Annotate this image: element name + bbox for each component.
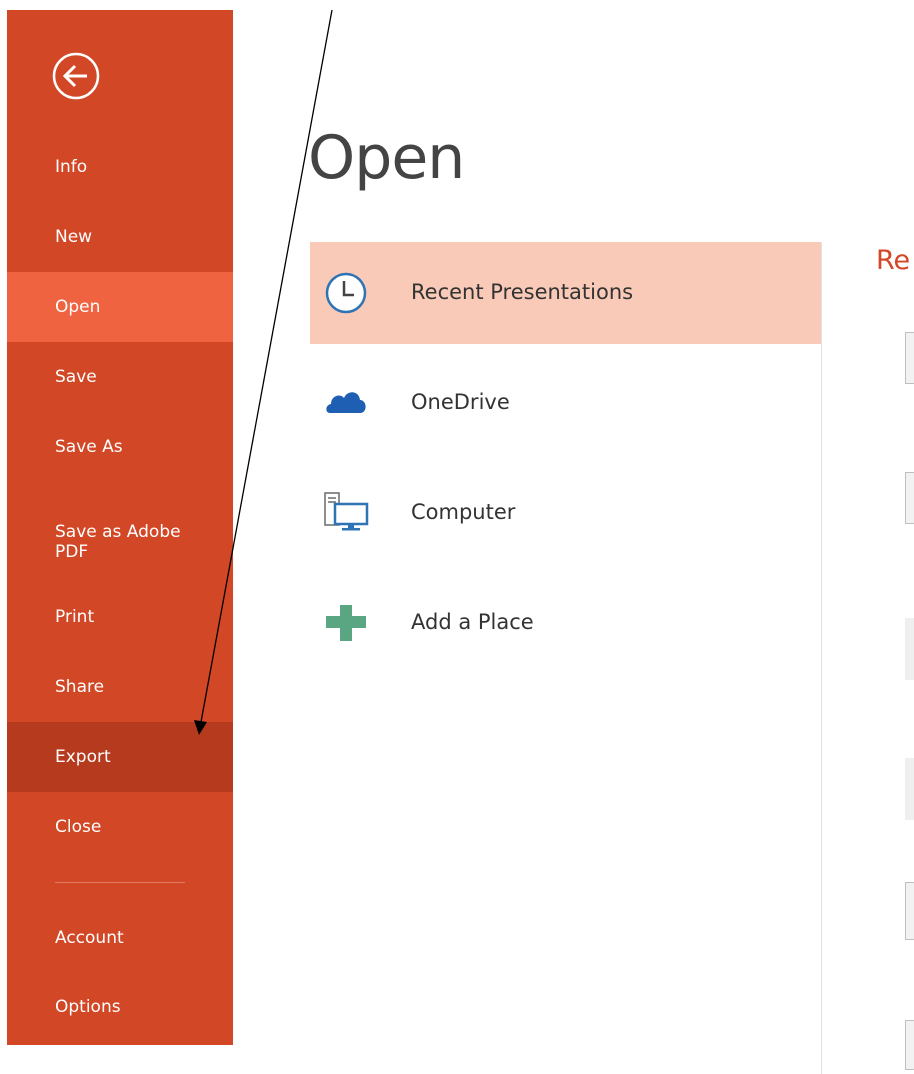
- place-recent-presentations[interactable]: Recent Presentations: [310, 242, 822, 344]
- place-label: Recent Presentations: [411, 280, 634, 304]
- page-title: Open: [308, 123, 465, 193]
- place-label: Add a Place: [411, 610, 534, 634]
- sidebar-item-new[interactable]: New: [7, 202, 233, 272]
- sidebar-item-label: Account: [55, 927, 124, 948]
- sidebar-item-label: Info: [55, 156, 88, 177]
- sidebar-item-label: Save: [55, 366, 97, 387]
- sidebar-item-label: Save as Adobe PDF: [55, 521, 181, 562]
- backstage-sidebar: Info New Open Save Save As Save as Adobe…: [7, 10, 233, 1045]
- place-add-a-place[interactable]: Add a Place: [310, 572, 822, 674]
- sidebar-item-save[interactable]: Save: [7, 342, 233, 412]
- sidebar-item-label: Save As: [55, 436, 123, 457]
- cloud-icon: [326, 392, 366, 413]
- places-list: Recent Presentations OneDrive Computer A…: [310, 242, 822, 1074]
- sidebar-item-open[interactable]: Open: [7, 272, 233, 342]
- sidebar-item-save-as[interactable]: Save As: [7, 412, 233, 482]
- sidebar-item-label: New: [55, 226, 93, 247]
- recent-file-thumbnail[interactable]: [905, 882, 914, 940]
- recent-heading: Re: [876, 245, 911, 276]
- computer-icon: [324, 492, 369, 531]
- back-arrow-icon[interactable]: [51, 51, 101, 101]
- sidebar-item-account[interactable]: Account: [7, 903, 233, 973]
- sidebar-item-label: Share: [55, 676, 105, 697]
- sidebar-item-label: Options: [55, 996, 121, 1017]
- sidebar-item-label: Close: [55, 816, 102, 837]
- recent-file-thumbnail[interactable]: [905, 758, 914, 820]
- place-onedrive[interactable]: OneDrive: [310, 352, 822, 454]
- sidebar-item-label: Export: [55, 746, 111, 767]
- sidebar-item-info[interactable]: Info: [7, 132, 233, 202]
- sidebar-item-share[interactable]: Share: [7, 652, 233, 722]
- sidebar-item-print[interactable]: Print: [7, 582, 233, 652]
- sidebar-item-options[interactable]: Options: [7, 972, 233, 1042]
- recent-file-thumbnail[interactable]: [905, 1020, 914, 1070]
- recent-file-thumbnail[interactable]: [905, 472, 914, 524]
- sidebar-item-label: Open: [55, 296, 101, 317]
- place-label: Computer: [411, 500, 516, 524]
- clock-icon: [325, 272, 367, 314]
- sidebar-item-save-as-adobe-pdf[interactable]: Save as Adobe PDF: [7, 500, 233, 584]
- sidebar-item-close[interactable]: Close: [7, 792, 233, 862]
- recent-file-thumbnail[interactable]: [905, 618, 914, 680]
- sidebar-item-export[interactable]: Export: [7, 722, 233, 792]
- sidebar-item-label: Print: [55, 606, 95, 627]
- panel-divider: [821, 242, 822, 1074]
- recent-file-thumbnail[interactable]: [905, 332, 914, 384]
- sidebar-divider: [55, 882, 185, 883]
- place-computer[interactable]: Computer: [310, 462, 822, 564]
- place-label: OneDrive: [411, 390, 510, 414]
- plus-icon: [326, 605, 366, 641]
